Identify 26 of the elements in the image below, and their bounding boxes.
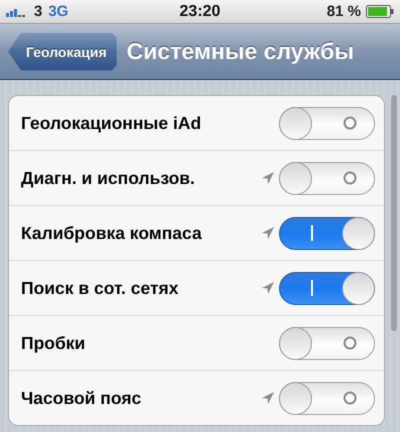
toggle-switch[interactable] — [279, 162, 375, 194]
setting-label: Часовой пояс — [21, 388, 142, 408]
ring-icon — [343, 116, 357, 130]
battery-percent: 81 % — [326, 3, 361, 20]
back-button[interactable]: Геолокация — [8, 32, 117, 70]
toggle-switch[interactable] — [279, 326, 375, 360]
setting-label: Геолокационные iAd — [21, 112, 202, 134]
setting-label: Поиск в сот. сетях — [21, 278, 180, 298]
ring-icon — [343, 171, 357, 185]
line-icon — [311, 280, 313, 296]
ring-icon — [343, 391, 357, 405]
ring-icon — [343, 336, 357, 350]
toggle-switch[interactable] — [279, 216, 375, 250]
battery-icon — [366, 5, 394, 18]
clock: 23:20 — [180, 3, 220, 20]
page-title: Системные службы — [126, 38, 354, 65]
signal-icon — [6, 6, 28, 16]
line-icon — [311, 225, 313, 241]
toggle-switch[interactable] — [279, 382, 375, 414]
carrier-name: 3 — [34, 3, 42, 20]
setting-label: Пробки — [21, 332, 86, 354]
setting-label: Диагн. и использов. — [21, 168, 196, 188]
setting-label: Калибровка компаса — [21, 222, 203, 244]
toggle-switch[interactable] — [279, 106, 375, 140]
toggle-switch[interactable] — [279, 272, 375, 304]
network-type: 3G — [48, 3, 68, 20]
